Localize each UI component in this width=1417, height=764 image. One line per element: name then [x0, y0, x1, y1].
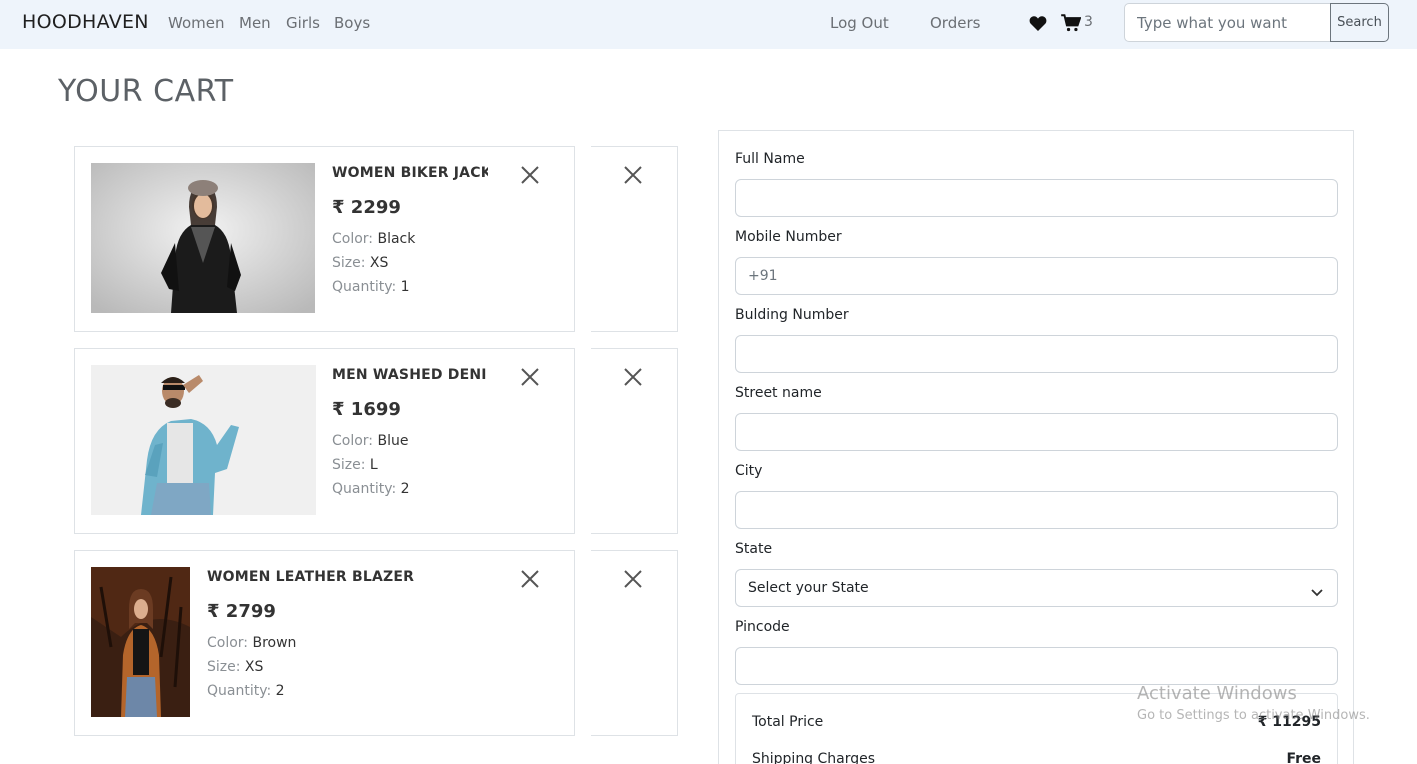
search-button[interactable]: Search	[1330, 3, 1389, 42]
product-price: ₹ 2299	[332, 197, 401, 218]
total-price-label: Total Price	[752, 714, 824, 730]
product-quantity: Quantity: 2	[207, 683, 285, 699]
mobile-number-label: Mobile Number	[735, 229, 842, 245]
navbar: HOODHAVEN Women Men Girls Boys Log Out O…	[0, 0, 1417, 49]
city-label: City	[735, 463, 763, 479]
product-price: ₹ 2799	[207, 601, 276, 622]
brand-logo[interactable]: HOODHAVEN	[22, 11, 149, 33]
shipping-charges-value: Free	[1286, 751, 1321, 764]
cart-item-side-panel	[591, 348, 678, 534]
nav-link-men[interactable]: Men	[239, 14, 271, 32]
product-color: Color: Blue	[332, 433, 409, 449]
cart-item-card: WOMEN LEATHER BLAZER ₹ 2799 Color: Brown…	[74, 550, 575, 736]
product-size: Size: L	[332, 457, 378, 473]
product-quantity: Quantity: 1	[332, 279, 410, 295]
mobile-number-field[interactable]	[735, 257, 1338, 295]
pincode-field[interactable]	[735, 647, 1338, 685]
remove-item-icon[interactable]	[521, 570, 539, 588]
cart-item-side-panel	[591, 146, 678, 332]
nav-link-women[interactable]: Women	[168, 14, 224, 32]
shipping-charges-label: Shipping Charges	[752, 751, 876, 764]
product-color: Color: Brown	[207, 635, 297, 651]
checkout-form: Full Name Mobile Number Bulding Number S…	[718, 130, 1354, 764]
product-name[interactable]: MEN WASHED DENIM	[332, 367, 488, 383]
close-icon[interactable]	[624, 166, 642, 184]
nav-link-girls[interactable]: Girls	[286, 14, 320, 32]
logout-link[interactable]: Log Out	[830, 14, 889, 32]
chevron-down-icon	[1311, 583, 1323, 597]
building-number-field[interactable]	[735, 335, 1338, 373]
product-price: ₹ 1699	[332, 399, 401, 420]
heart-icon[interactable]	[1029, 15, 1047, 32]
product-quantity: Quantity: 2	[332, 481, 410, 497]
product-name[interactable]: WOMEN LEATHER BLAZER	[207, 569, 447, 585]
activate-windows-subtext: Go to Settings to activate Windows.	[1137, 708, 1370, 723]
street-name-field[interactable]	[735, 413, 1338, 451]
building-number-label: Bulding Number	[735, 307, 849, 323]
product-name[interactable]: WOMEN BIKER JACKE	[332, 165, 488, 181]
remove-item-icon[interactable]	[521, 166, 539, 184]
state-label: State	[735, 541, 773, 557]
close-icon[interactable]	[624, 570, 642, 588]
state-select[interactable]: Select your State	[735, 569, 1338, 607]
cart-icon[interactable]	[1061, 14, 1082, 32]
product-image[interactable]	[91, 365, 316, 515]
cart-item-card: WOMEN BIKER JACKE ₹ 2299 Color: Black Si…	[74, 146, 575, 332]
remove-item-icon[interactable]	[521, 368, 539, 386]
full-name-field[interactable]	[735, 179, 1338, 217]
product-size: Size: XS	[207, 659, 264, 675]
pincode-label: Pincode	[735, 619, 790, 635]
product-image[interactable]	[91, 567, 190, 717]
activate-windows-watermark: Activate Windows	[1137, 683, 1297, 704]
product-color: Color: Black	[332, 231, 416, 247]
search-input[interactable]	[1124, 3, 1334, 42]
full-name-label: Full Name	[735, 151, 805, 167]
product-size: Size: XS	[332, 255, 389, 271]
cart-item-side-panel	[591, 550, 678, 736]
close-icon[interactable]	[624, 368, 642, 386]
page-title: YOUR CART	[58, 74, 234, 109]
cart-item-card: MEN WASHED DENIM ₹ 1699 Color: Blue Size…	[74, 348, 575, 534]
state-select-value: Select your State	[748, 580, 869, 596]
street-name-label: Street name	[735, 385, 822, 401]
city-field[interactable]	[735, 491, 1338, 529]
cart-count-badge: 3	[1084, 14, 1093, 30]
product-image[interactable]	[91, 163, 315, 313]
nav-link-boys[interactable]: Boys	[334, 14, 370, 32]
orders-link[interactable]: Orders	[930, 14, 980, 32]
